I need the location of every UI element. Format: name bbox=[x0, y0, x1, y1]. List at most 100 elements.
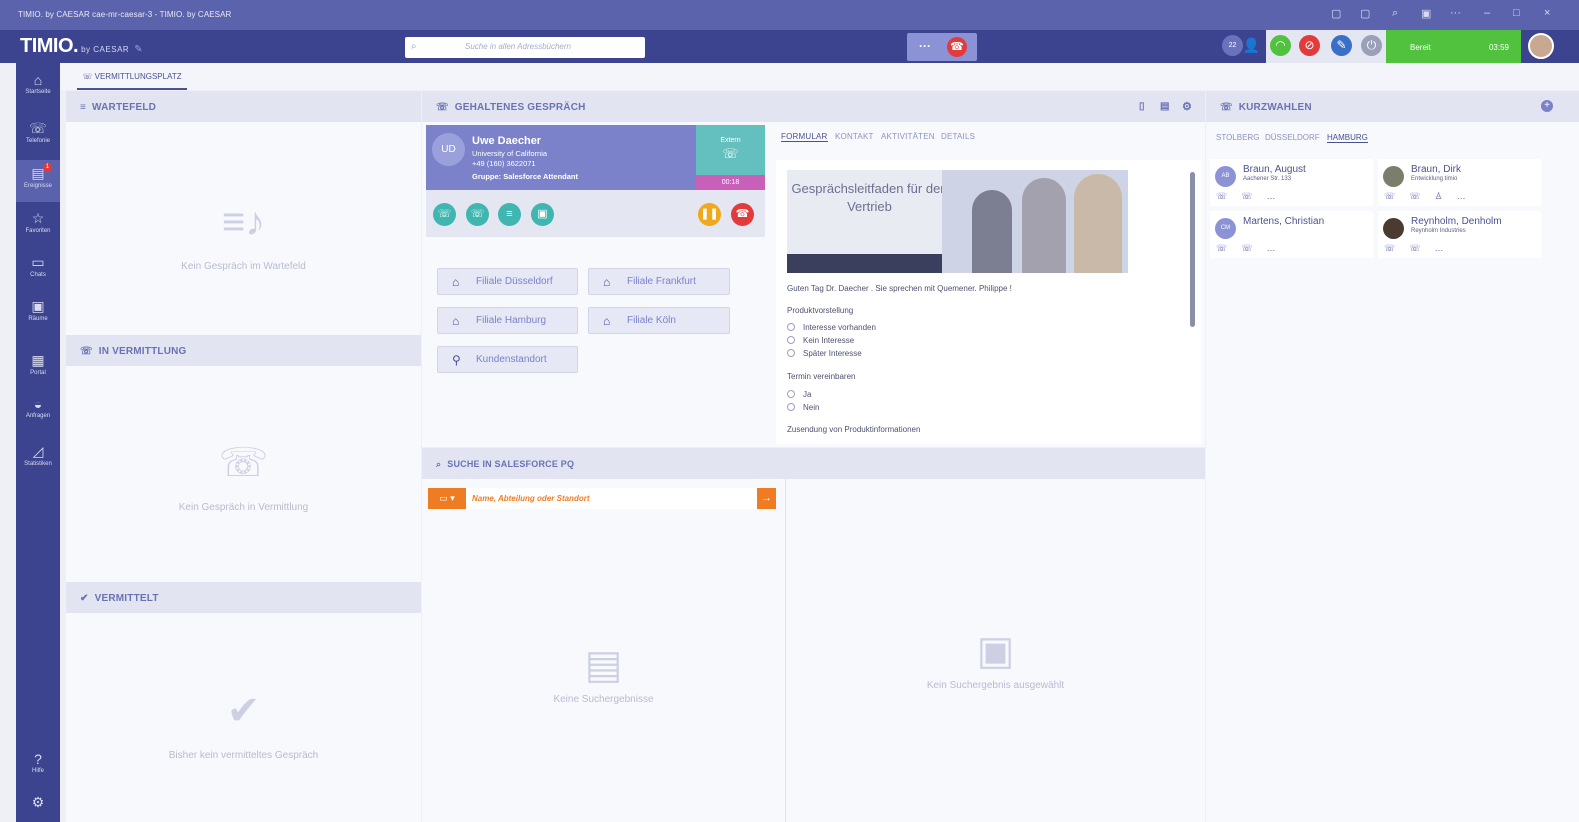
radio-interesse[interactable]: Interesse vorhanden bbox=[787, 323, 876, 332]
call-icon[interactable]: ☏ bbox=[1409, 243, 1434, 253]
more-icon[interactable]: … bbox=[1457, 191, 1480, 201]
call-icon[interactable]: ☏ bbox=[1241, 191, 1266, 201]
contact-card[interactable]: Reynholm, Denholm Reynholm Industries ☏☏… bbox=[1378, 211, 1541, 258]
screen-icon[interactable]: ▤ bbox=[1160, 101, 1170, 112]
more-icon[interactable]: … bbox=[1267, 191, 1290, 201]
group-icon[interactable]: ♙ bbox=[1435, 191, 1457, 201]
phone-icon[interactable]: ☏ bbox=[1216, 243, 1241, 253]
hangup-icon[interactable]: ☎ bbox=[947, 37, 967, 57]
tab-kontakt[interactable]: KONTAKT bbox=[835, 132, 874, 141]
headset-icon[interactable]: ◠ bbox=[1270, 35, 1291, 56]
tab-hamburg[interactable]: HAMBURG bbox=[1327, 133, 1368, 143]
contact-actions[interactable]: ☏☏… bbox=[1216, 191, 1290, 202]
sidebar-item-raeume[interactable]: ▣ Räume bbox=[16, 293, 60, 335]
edit-icon[interactable]: ✎ bbox=[134, 44, 142, 55]
layout-icon[interactable]: ▣ bbox=[1421, 7, 1431, 20]
location-button-hamburg[interactable]: ⌂ Filiale Hamburg bbox=[437, 307, 578, 334]
tab-vermittlungsplatz[interactable]: ☏ VERMITTLUNGSPLATZ bbox=[77, 63, 187, 90]
edit-status-icon[interactable]: ✎ bbox=[1331, 35, 1352, 56]
contact-actions[interactable]: ☏☏♙… bbox=[1384, 191, 1480, 202]
more-icon[interactable]: ··· bbox=[1450, 7, 1461, 19]
minimize-button[interactable]: – bbox=[1484, 7, 1490, 19]
notes-action-icon[interactable]: ≡ bbox=[498, 203, 521, 226]
restore-icon[interactable]: ▢ bbox=[1331, 7, 1341, 20]
search-placeholder: Suche in allen Adressbüchern bbox=[465, 42, 571, 51]
location-button-frankfurt[interactable]: ⌂ Filiale Frankfurt bbox=[588, 268, 730, 295]
contact-name: Braun, August bbox=[1243, 164, 1306, 175]
sidebar-item-statistiken[interactable]: ◿ Statistiken bbox=[16, 438, 60, 480]
user-avatar[interactable] bbox=[1528, 33, 1554, 59]
more-options-button[interactable]: ··· bbox=[919, 39, 931, 53]
phone-icon[interactable]: ☏ bbox=[1384, 243, 1409, 253]
phone-icon: ☏ bbox=[29, 120, 47, 136]
radio-nein[interactable]: Nein bbox=[787, 403, 819, 412]
active-call-pill[interactable]: ··· ☎ bbox=[907, 33, 977, 61]
tab-aktivitaeten[interactable]: AKTIVITÄTEN bbox=[881, 132, 935, 141]
addressbook-icon[interactable]: ▭ ▾ bbox=[428, 488, 466, 509]
tab-duesseldorf[interactable]: DÜSSELDORF bbox=[1265, 133, 1320, 142]
maximize-button[interactable]: □ bbox=[1513, 7, 1520, 19]
tab-details[interactable]: DETAILS bbox=[941, 132, 975, 141]
sidebar-item-favoriten[interactable]: ☆ Favoriten bbox=[16, 205, 60, 247]
held-phone-icon: ☏ bbox=[436, 102, 449, 113]
radio-icon bbox=[787, 323, 795, 331]
more-icon[interactable]: … bbox=[1435, 243, 1458, 253]
arrow-right-icon[interactable]: → bbox=[757, 488, 776, 509]
global-search[interactable]: ⌕ Suche in allen Adressbüchern bbox=[405, 37, 645, 58]
contact-name: Braun, Dirk bbox=[1411, 164, 1462, 175]
settings-icon[interactable]: ⚙ bbox=[1182, 100, 1192, 113]
sidebar-item-chats[interactable]: ▭ Chats bbox=[16, 249, 60, 291]
switchboard-icon: ☏ bbox=[82, 72, 95, 81]
tab-formular[interactable]: FORMULAR bbox=[781, 132, 828, 142]
call-icon[interactable]: ☏ bbox=[1241, 243, 1266, 253]
vermittelt-empty-text: Bisher kein vermitteltes Gespräch bbox=[168, 750, 319, 761]
radio-spaeter[interactable]: Später Interesse bbox=[787, 349, 862, 358]
sidebar-item-portal[interactable]: ▦ Portal bbox=[16, 347, 60, 389]
contact-card[interactable]: CM Martens, Christian ☏☏… bbox=[1210, 211, 1373, 258]
contact-actions[interactable]: ☏☏… bbox=[1384, 243, 1458, 254]
pause-icon[interactable]: ❚❚ bbox=[698, 203, 721, 226]
presence-badge[interactable]: 22 bbox=[1222, 35, 1243, 56]
more-icon[interactable]: … bbox=[1267, 243, 1290, 253]
radio-kein-interesse[interactable]: Kein Interesse bbox=[787, 336, 854, 345]
hangup-call-icon[interactable]: ☎ bbox=[731, 203, 754, 226]
notes-icon[interactable]: ▯ bbox=[1139, 101, 1145, 112]
speed-dial-icon: ☏ bbox=[1220, 102, 1233, 113]
call-icon[interactable]: ☏ bbox=[1409, 191, 1434, 201]
sidebar-label: Räume bbox=[28, 316, 48, 322]
salesforce-search-input[interactable]: ▭ ▾ Name, Abteilung oder Standort → bbox=[428, 488, 776, 509]
search-window-icon[interactable]: ⌕ bbox=[1392, 7, 1398, 20]
close-button[interactable]: × bbox=[1544, 7, 1550, 19]
sidebar-item-telefonie[interactable]: ☏ Telefonie bbox=[16, 115, 60, 157]
add-icon[interactable]: + bbox=[1541, 100, 1553, 112]
location-button-koeln[interactable]: ⌂ Filiale Köln bbox=[588, 307, 730, 334]
sidebar-item-startseite[interactable]: ⌂ Startseite bbox=[16, 67, 60, 109]
sidebar-item-hilfe[interactable]: ? Hilfe bbox=[16, 746, 60, 788]
caller-card[interactable]: UD Uwe Daecher University of California … bbox=[426, 125, 696, 190]
radio-ja[interactable]: Ja bbox=[787, 390, 811, 399]
do-not-disturb-icon[interactable]: ⊘ bbox=[1299, 35, 1320, 56]
pin-icon[interactable]: ▢ bbox=[1360, 7, 1370, 20]
contact-card[interactable]: AB Braun, August Aachener Str. 133 ☏☏… bbox=[1210, 159, 1373, 206]
power-icon[interactable]: ⏻ bbox=[1361, 35, 1382, 56]
transfer-call-icon[interactable]: ☏ bbox=[433, 203, 456, 226]
location-button-kundenstandort[interactable]: ⚲ Kundenstandort bbox=[437, 346, 578, 373]
contact-actions[interactable]: ☏☏… bbox=[1216, 243, 1290, 254]
record-icon[interactable]: ▣ bbox=[531, 203, 554, 226]
phone-icon[interactable]: ☏ bbox=[1384, 191, 1409, 201]
contact-card[interactable]: Braun, Dirk Entwicklung timio ☏☏♙… bbox=[1378, 159, 1541, 206]
tab-label: VERMITTLUNGSPLATZ bbox=[94, 72, 182, 81]
tab-stolberg[interactable]: STOLBERG bbox=[1216, 133, 1259, 142]
consult-call-icon[interactable]: ☏ bbox=[466, 203, 489, 226]
sidebar-item-ereignisse[interactable]: ▤ Ereignisse 1 bbox=[16, 160, 60, 202]
house-icon: ⌂ bbox=[603, 275, 611, 289]
sidebar-item-settings[interactable]: ⚙ bbox=[16, 789, 60, 822]
location-button-duesseldorf[interactable]: ⌂ Filiale Düsseldorf bbox=[437, 268, 578, 295]
status-ready[interactable]: Bereit 03:59 bbox=[1386, 30, 1521, 63]
sidebar-item-anfragen[interactable]: ◒ Anfragen bbox=[16, 391, 60, 433]
user-presence-icon[interactable]: 👤 bbox=[1241, 35, 1262, 56]
sidebar-label: Hilfe bbox=[31, 768, 44, 774]
phone-icon[interactable]: ☏ bbox=[1216, 191, 1241, 201]
status-time: 03:59 bbox=[1488, 43, 1509, 52]
form-scrollbar[interactable] bbox=[1190, 172, 1195, 327]
